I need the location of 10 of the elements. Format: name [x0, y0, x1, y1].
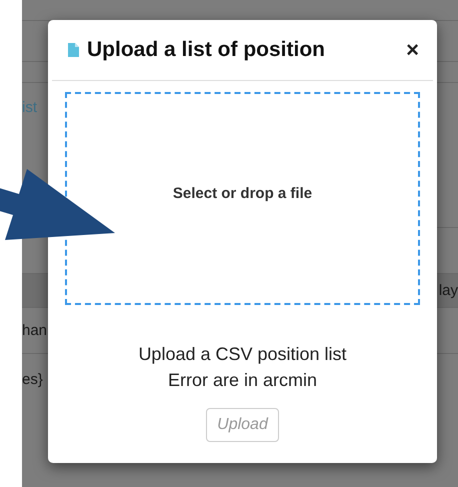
instruction-text: Upload a CSV position list — [138, 343, 347, 366]
instruction-text: Error are in arcmin — [166, 369, 318, 392]
text-fragment: lay — [438, 282, 458, 299]
text-fragment: es} — [22, 370, 43, 388]
drop-zone-label: Select or drop a file — [172, 185, 312, 202]
dialog-title: Upload a list of position — [87, 38, 326, 62]
close-button[interactable]: × — [406, 37, 419, 63]
link-text-fragment: ist — [22, 99, 37, 116]
text-fragment: han — [22, 322, 48, 339]
file-icon — [68, 43, 79, 57]
